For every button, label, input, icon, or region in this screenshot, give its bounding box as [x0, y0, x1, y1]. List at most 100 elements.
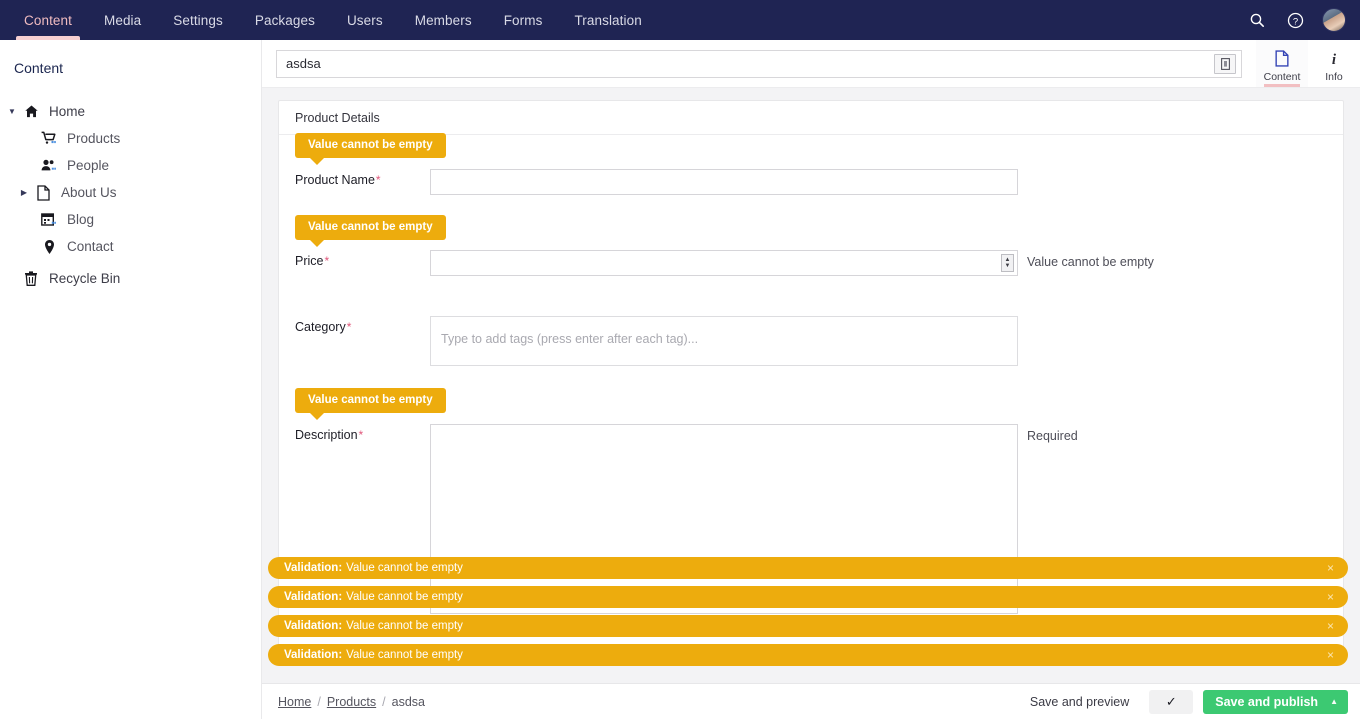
tree-item-label: Recycle Bin: [49, 271, 121, 286]
search-icon[interactable]: [1246, 9, 1268, 31]
breadcrumb-item-home[interactable]: Home: [278, 695, 311, 709]
nav-label: Members: [414, 12, 472, 28]
publish-label: Save and publish: [1215, 694, 1319, 709]
tab-content[interactable]: Content: [1256, 40, 1308, 87]
pin-icon: [38, 239, 60, 255]
tree-item-label: Products: [67, 131, 121, 146]
field-price: Value cannot be empty Price* ▲ ▼ Value ca…: [295, 195, 1327, 276]
validation-tooltip: Value cannot be empty: [295, 215, 446, 247]
nav-section-packages[interactable]: Packages: [239, 0, 331, 40]
label-text: Category: [295, 320, 346, 334]
nav-section-members[interactable]: Members: [399, 0, 488, 40]
tab-label: Content: [1263, 70, 1301, 83]
stepper-down-icon[interactable]: ▼: [1005, 263, 1011, 269]
number-stepper[interactable]: ▲ ▼: [1001, 254, 1014, 272]
nav-label: Content: [24, 12, 72, 28]
toast-message: Value cannot be empty: [346, 591, 463, 603]
close-icon[interactable]: ×: [1325, 591, 1336, 603]
toast-message: Value cannot be empty: [346, 649, 463, 661]
product-name-input[interactable]: [430, 169, 1018, 195]
breadcrumb-separator: /: [382, 694, 386, 709]
validation-tooltip: Value cannot be empty: [295, 133, 446, 165]
breadcrumb: Home / Products / asdsa: [278, 695, 425, 709]
chevron-down-icon[interactable]: ▼: [4, 107, 20, 116]
close-icon[interactable]: ×: [1325, 620, 1336, 632]
document-icon: [32, 184, 54, 201]
label-text: Price: [295, 254, 324, 268]
calendar-icon: [38, 212, 60, 227]
toast-message: Value cannot be empty: [346, 620, 463, 632]
save-button[interactable]: ✓: [1149, 689, 1194, 714]
document-icon: [1275, 50, 1289, 68]
home-icon: [20, 104, 42, 119]
tree-item-label: Blog: [67, 212, 95, 227]
tree-item-contact[interactable]: Contact: [0, 233, 261, 260]
panel-title: Product Details: [279, 101, 1343, 135]
required-marker: *: [346, 320, 352, 334]
document-properties-icon[interactable]: [1214, 53, 1236, 74]
app-tabs: Content i Info: [1256, 40, 1360, 87]
save-and-preview-button[interactable]: Save and preview: [1020, 695, 1139, 709]
sidebar-title: Content: [14, 60, 64, 76]
info-icon: i: [1327, 50, 1341, 68]
field-product-name: Value cannot be empty Product Name*: [295, 133, 1327, 195]
nav-label: Settings: [173, 12, 223, 28]
field-control: Type to add tags (press enter after each…: [430, 316, 1327, 366]
tree-item-people[interactable]: People: [0, 152, 261, 179]
required-marker: *: [375, 173, 381, 187]
svg-text:?: ?: [1292, 16, 1297, 27]
nav-section-translation[interactable]: Translation: [558, 0, 657, 40]
breadcrumb-separator: /: [317, 694, 321, 709]
chevron-up-icon[interactable]: ▲: [1330, 697, 1338, 706]
validation-toast[interactable]: Validation: Value cannot be empty ×: [268, 615, 1348, 637]
tree-item-label: Contact: [67, 239, 114, 254]
validation-toast[interactable]: Validation: Value cannot be empty ×: [268, 586, 1348, 608]
label-text: Product Name: [295, 173, 375, 187]
nav-section-users[interactable]: Users: [331, 0, 399, 40]
help-icon[interactable]: ?: [1284, 9, 1306, 31]
required-marker: *: [358, 428, 364, 442]
nav-section-forms[interactable]: Forms: [488, 0, 559, 40]
nav-label: Media: [103, 12, 142, 28]
validation-tooltip: Value cannot be empty: [295, 388, 446, 420]
save-and-publish-button[interactable]: Save and publish ▲: [1203, 689, 1348, 714]
breadcrumb-item-products[interactable]: Products: [327, 695, 376, 709]
top-navigation-bar: Content Media Settings Packages Users Me…: [0, 0, 1360, 40]
chevron-right-icon[interactable]: ▶: [16, 188, 32, 197]
footer-bar: Home / Products / asdsa Save and preview…: [262, 683, 1360, 719]
nav-label: Users: [346, 12, 383, 28]
tab-info[interactable]: i Info: [1308, 40, 1360, 87]
tree-item-label: People: [67, 158, 110, 173]
description-side-message: Required: [1027, 429, 1078, 443]
tree-item-products[interactable]: Products: [0, 125, 261, 152]
validation-toast[interactable]: Validation: Value cannot be empty ×: [268, 557, 1348, 579]
tree-item-blog[interactable]: Blog: [0, 206, 261, 233]
field-label: Price*: [295, 250, 430, 276]
toast-prefix: Validation:: [284, 562, 343, 574]
checkmark-icon: ✓: [1165, 693, 1177, 709]
tree-item-recycle-bin[interactable]: Recycle Bin: [0, 265, 261, 292]
price-side-message: Value cannot be empty: [1027, 255, 1154, 269]
avatar[interactable]: [1322, 8, 1346, 32]
category-tags-input[interactable]: Type to add tags (press enter after each…: [430, 316, 1018, 366]
content-name-input[interactable]: [277, 50, 1214, 77]
price-input[interactable]: [431, 251, 1001, 275]
nav-section-content[interactable]: Content: [8, 0, 88, 40]
required-marker: *: [324, 254, 330, 268]
close-icon[interactable]: ×: [1325, 562, 1336, 574]
close-icon[interactable]: ×: [1325, 649, 1336, 661]
tree-item-home[interactable]: ▼ Home: [0, 98, 261, 125]
nav-section-settings[interactable]: Settings: [157, 0, 239, 40]
nav-label: Packages: [254, 12, 315, 28]
toast-message: Value cannot be empty: [346, 562, 463, 574]
cart-icon: [38, 131, 60, 146]
field-control: [430, 169, 1327, 195]
field-label: Product Name*: [295, 169, 430, 195]
sidebar: Content ▼ Home Products People ▶ About U…: [0, 40, 262, 719]
tree-item-about-us[interactable]: ▶ About Us: [0, 179, 261, 206]
field-label: Category*: [295, 316, 430, 366]
validation-toast[interactable]: Validation: Value cannot be empty ×: [268, 644, 1348, 666]
nav-section-media[interactable]: Media: [88, 0, 157, 40]
svg-text:i: i: [1332, 52, 1337, 67]
price-input-wrapper: ▲ ▼: [430, 250, 1018, 276]
